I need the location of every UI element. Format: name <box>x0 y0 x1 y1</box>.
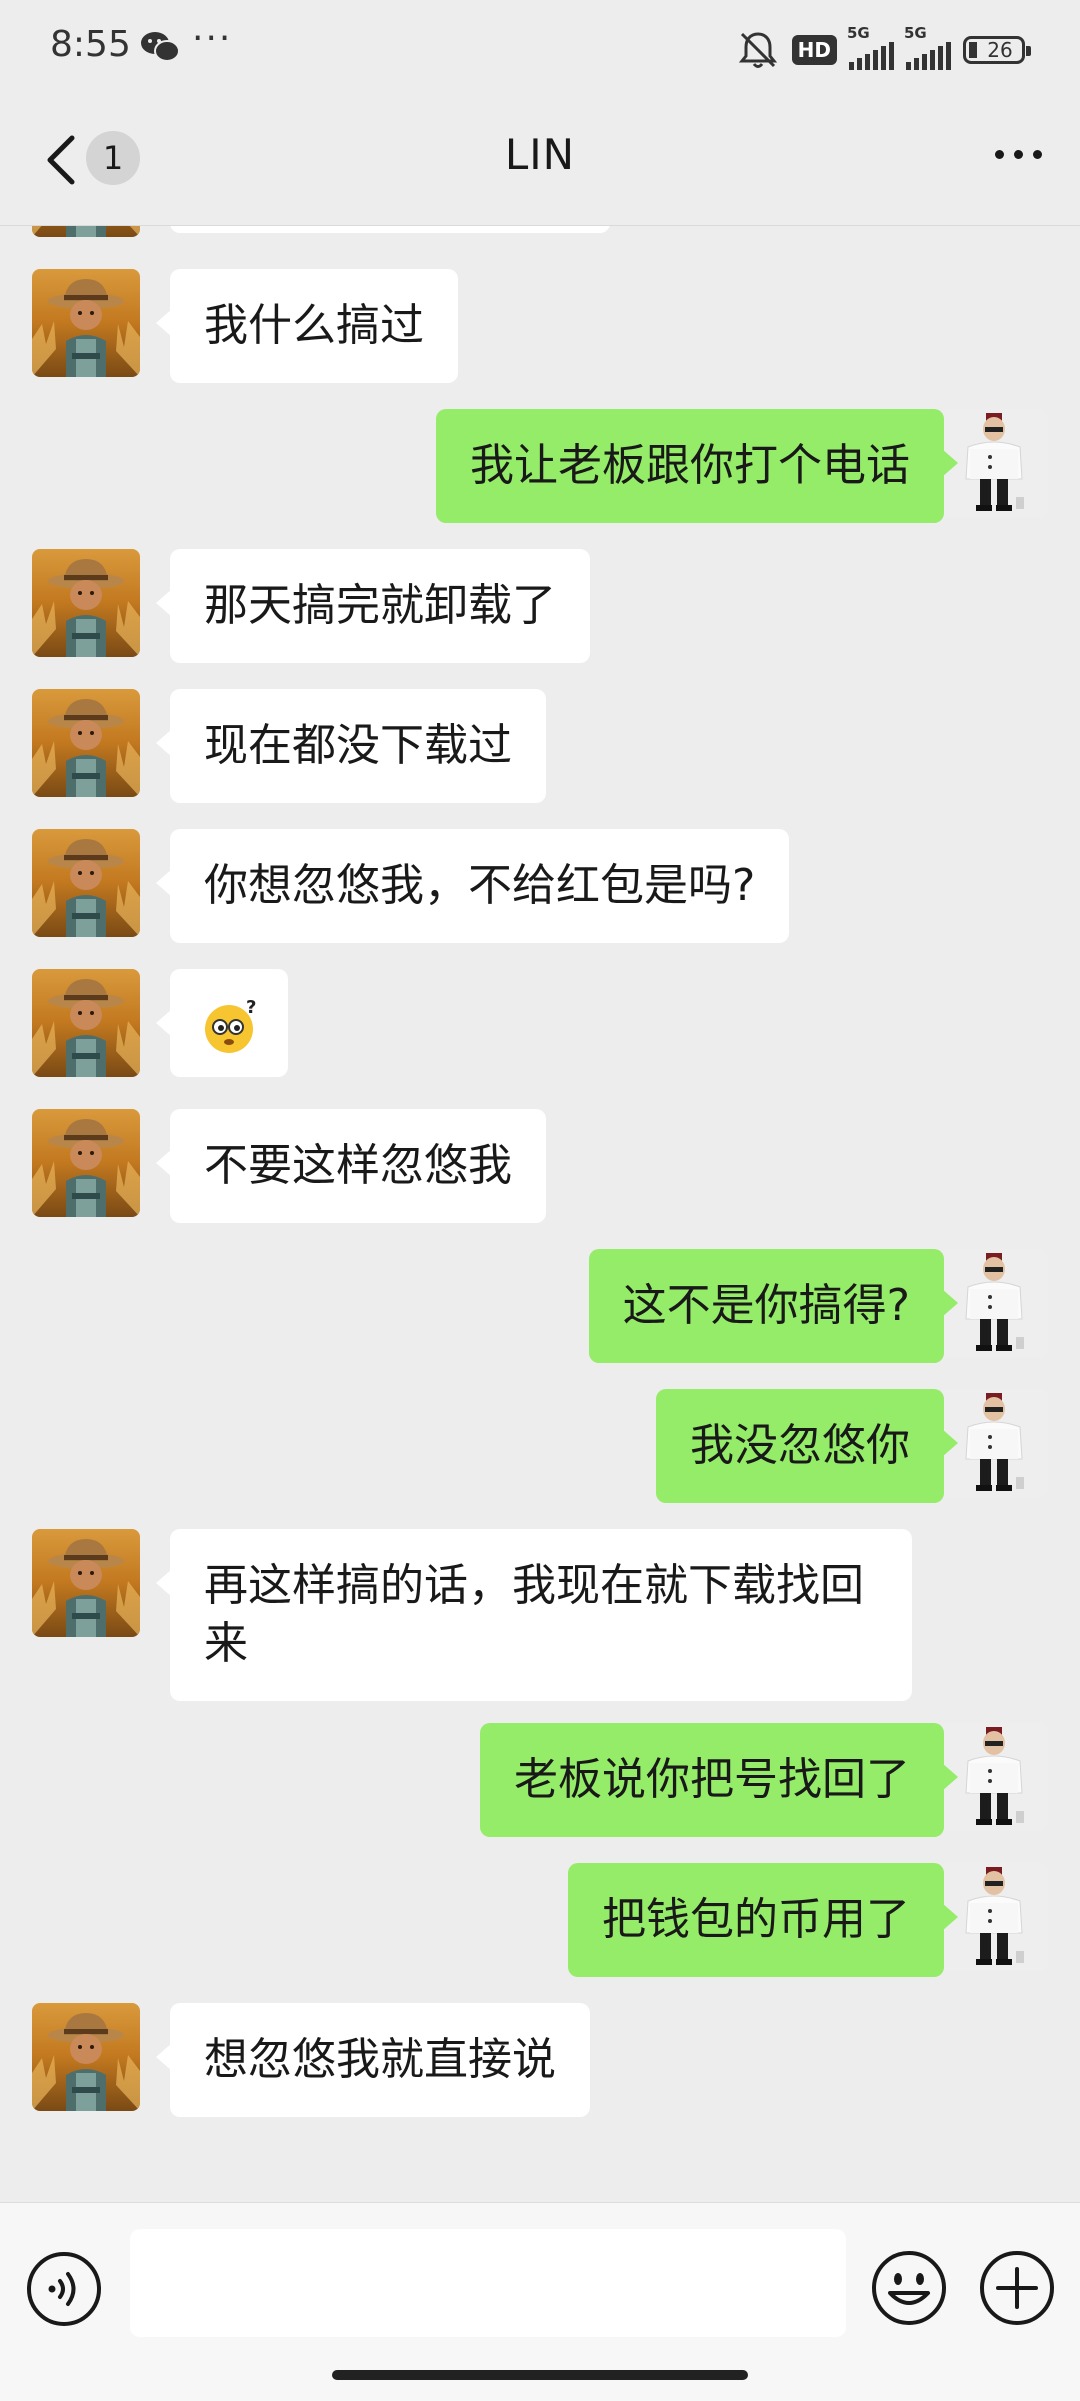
status-bar: 8:55 ··· HD 5G 5G 26 <box>0 0 1080 100</box>
mute-icon <box>738 32 777 68</box>
message-bubble[interactable]: 这不是你搞得? <box>588 1249 959 1363</box>
plus-icon[interactable] <box>978 2249 1056 2327</box>
hd-badge: HD <box>791 35 837 65</box>
status-time: 8:55 <box>50 24 131 65</box>
message-bubble[interactable]: 再这样搞的话，我现在就下载找回来 <box>156 1529 912 1701</box>
message-input[interactable] <box>130 2229 846 2337</box>
signal-icon-2: 5G <box>904 24 951 70</box>
message-bubble[interactable]: 现在都没下载过 <box>156 689 546 803</box>
contact-avatar[interactable] <box>32 225 140 237</box>
message-list[interactable]: 我什么搞过 我让老板跟你打个电话 那天搞完就卸载了 现在都没下载过 你想忽悠我，… <box>0 225 1080 2200</box>
message-bubble[interactable]: 想忽悠我就直接说 <box>156 2003 590 2117</box>
message-bubble[interactable]: 老板说你把号找回了 <box>480 1723 958 1837</box>
message-bubble[interactable]: 我让老板跟你打个电话 <box>436 409 958 523</box>
signal-icon: 5G <box>847 24 894 70</box>
contact-avatar[interactable] <box>32 1529 140 1637</box>
contact-avatar[interactable] <box>32 689 140 797</box>
contact-avatar[interactable] <box>32 1109 140 1217</box>
voice-icon[interactable] <box>26 2251 102 2327</box>
wechat-notification-icon <box>141 32 180 62</box>
contact-avatar[interactable] <box>32 2003 140 2111</box>
chat-header: 1 LIN <box>0 100 1080 226</box>
confused-face-emoji: ? <box>205 997 256 1053</box>
contact-avatar[interactable] <box>32 269 140 377</box>
signal-label: 5G <box>847 24 870 42</box>
emoji-icon[interactable] <box>870 2249 948 2327</box>
contact-avatar[interactable] <box>32 969 140 1077</box>
contact-avatar[interactable] <box>32 549 140 657</box>
chat-title: LIN <box>504 130 576 179</box>
message-bubble-partial[interactable] <box>170 225 610 233</box>
signal-label-2: 5G <box>904 24 927 42</box>
more-options-icon[interactable] <box>995 150 1042 159</box>
message-bubble-emoji[interactable]: ? <box>156 969 288 1077</box>
contact-avatar[interactable] <box>32 829 140 937</box>
message-bubble[interactable]: 我什么搞过 <box>156 269 458 383</box>
message-bubble[interactable]: 我没忽悠你 <box>656 1389 958 1503</box>
message-bubble[interactable]: 你想忽悠我，不给红包是吗? <box>155 829 790 943</box>
battery-icon: 26 <box>963 36 1031 64</box>
svg-text:?: ? <box>246 997 256 1018</box>
more-notifications-indicator: ··· <box>192 18 233 59</box>
message-bubble[interactable]: 不要这样忽悠我 <box>156 1109 546 1223</box>
home-indicator[interactable] <box>332 2370 748 2380</box>
message-bubble[interactable]: 那天搞完就卸载了 <box>156 549 590 663</box>
battery-level: 26 <box>987 38 1013 62</box>
message-bubble[interactable]: 把钱包的币用了 <box>568 1863 958 1977</box>
